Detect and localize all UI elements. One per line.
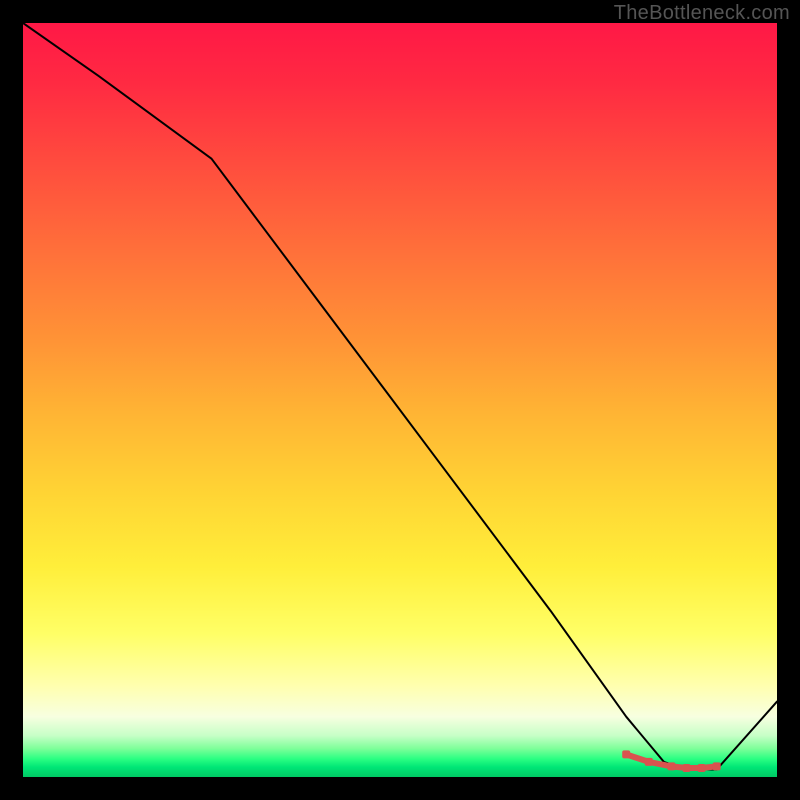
bottleneck-curve-line <box>23 23 777 770</box>
highlight-marker <box>698 764 706 772</box>
watermark-text: TheBottleneck.com <box>614 2 790 25</box>
highlight-marker <box>645 758 653 766</box>
highlight-marker <box>713 762 721 770</box>
chart-frame: TheBottleneck.com <box>0 0 800 800</box>
highlight-marker <box>683 764 691 772</box>
highlight-marker-group <box>622 750 721 772</box>
highlight-marker <box>667 762 675 770</box>
highlight-marker <box>622 750 630 758</box>
chart-overlay <box>23 23 777 777</box>
